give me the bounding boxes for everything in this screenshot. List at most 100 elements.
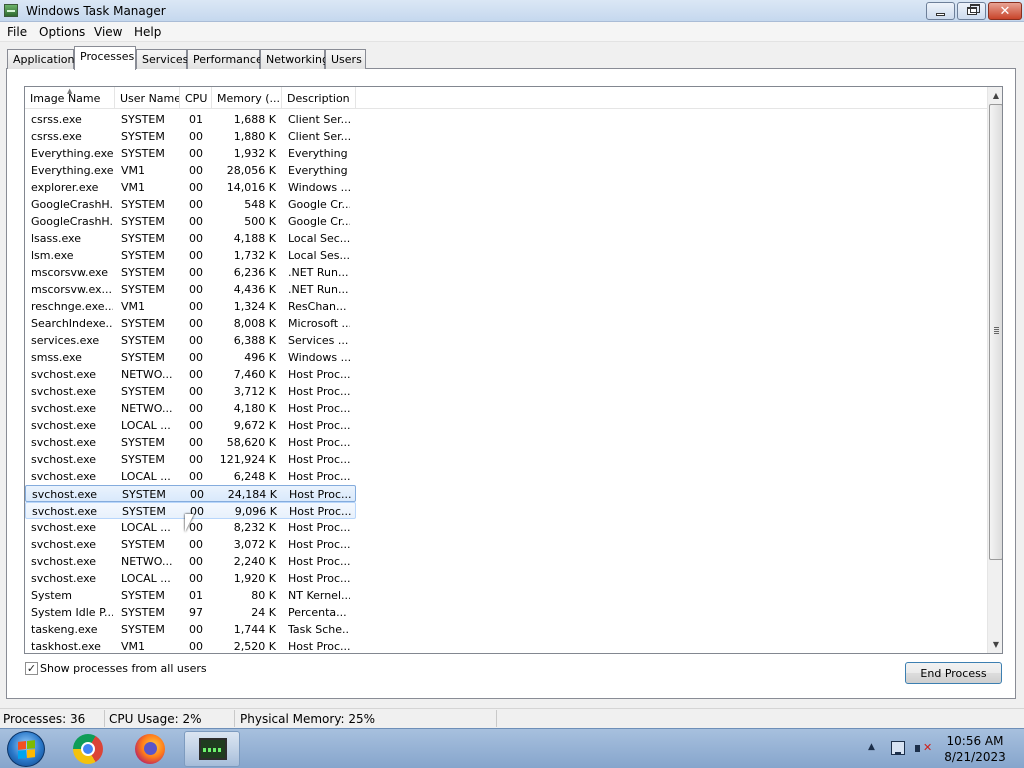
- clock-date[interactable]: 8/21/2023: [940, 750, 1010, 764]
- task-manager-window: Windows Task Manager ✕ File Options View…: [0, 0, 1024, 728]
- windows-logo-icon: [18, 740, 35, 759]
- cell-cpu: 00: [189, 640, 203, 653]
- table-row[interactable]: taskhost.exe VM1 00 2,520 K Host Proc...: [25, 638, 356, 653]
- tab-performance[interactable]: Performance: [187, 49, 263, 69]
- cell-cpu: 00: [190, 488, 204, 501]
- process-list[interactable]: ▲ Image Name User Name CPU Memory (... D…: [24, 86, 1003, 654]
- cell-description: ResChan...: [288, 300, 347, 313]
- table-row[interactable]: lsass.exe SYSTEM 00 4,188 K Local Sec...: [25, 230, 356, 247]
- column-description[interactable]: Description: [282, 87, 356, 109]
- cell-memory: 7,460 K: [233, 368, 276, 381]
- cell-description: Host Proc...: [289, 488, 351, 501]
- cell-description: Windows ...: [288, 181, 350, 194]
- show-all-users-label[interactable]: Show processes from all users: [40, 662, 207, 675]
- taskbar-chrome[interactable]: [60, 731, 116, 767]
- cell-description: .NET Run...: [288, 283, 349, 296]
- volume-muted-icon[interactable]: ✕: [915, 741, 933, 756]
- menu-options[interactable]: Options: [39, 25, 85, 39]
- table-row[interactable]: svchost.exe SYSTEM 00 58,620 K Host Proc...: [25, 434, 356, 451]
- cell-image-name: svchost.exe: [31, 402, 97, 415]
- network-icon[interactable]: [891, 741, 905, 755]
- show-all-users-checkbox[interactable]: ✓: [25, 662, 38, 675]
- close-button[interactable]: ✕: [988, 2, 1022, 20]
- cell-description: Percenta...: [288, 606, 347, 619]
- table-row[interactable]: svchost.exe NETWO... 00 4,180 K Host Proc...: [25, 400, 356, 417]
- cell-memory: 9,096 K: [234, 505, 277, 518]
- table-row[interactable]: svchost.exe SYSTEM 00 3,072 K Host Proc...: [25, 536, 356, 553]
- table-row[interactable]: svchost.exe NETWO... 00 2,240 K Host Proc...: [25, 553, 356, 570]
- menu-file[interactable]: File: [7, 25, 27, 39]
- taskbar-task-manager[interactable]: [184, 731, 240, 767]
- column-image-name[interactable]: ▲ Image Name: [25, 87, 115, 109]
- table-row[interactable]: GoogleCrashH... SYSTEM 00 500 K Google Cr...: [25, 213, 356, 230]
- cell-description: Host Proc...: [289, 505, 351, 518]
- cell-description: Local Ses...: [288, 249, 350, 262]
- table-row[interactable]: SearchIndexe... SYSTEM 00 8,008 K Microsoft …: [25, 315, 356, 332]
- table-row[interactable]: smss.exe SYSTEM 00 496 K Windows ...: [25, 349, 356, 366]
- show-hidden-icons-arrow-icon[interactable]: ▲: [868, 742, 875, 752]
- menu-view[interactable]: View: [94, 25, 122, 39]
- scrollbar-thumb[interactable]: [989, 104, 1002, 560]
- status-cpu-usage: CPU Usage: 2%: [109, 712, 202, 726]
- minimize-button[interactable]: [926, 2, 955, 20]
- table-row[interactable]: csrss.exe SYSTEM 00 1,880 K Client Ser...: [25, 128, 356, 145]
- cell-memory: 28,056 K: [226, 164, 276, 177]
- column-memory[interactable]: Memory (...: [212, 87, 282, 109]
- table-row[interactable]: Everything.exe SYSTEM 00 1,932 K Everything: [25, 145, 356, 162]
- menu-help[interactable]: Help: [134, 25, 161, 39]
- tab-users[interactable]: Users: [325, 49, 366, 69]
- scroll-down-arrow-icon[interactable]: ▼: [988, 636, 1002, 653]
- table-row[interactable]: svchost.exe LOCAL ... 00 1,920 K Host Proc..…: [25, 570, 356, 587]
- table-row[interactable]: mscorsvw.exe SYSTEM 00 6,236 K .NET Run...: [25, 264, 356, 281]
- table-row[interactable]: System SYSTEM 01 80 K NT Kernel...: [25, 587, 356, 604]
- cell-description: Host Proc...: [288, 572, 350, 585]
- cell-user-name: SYSTEM: [121, 589, 165, 602]
- table-row[interactable]: reschnge.exe... VM1 00 1,324 K ResChan...: [25, 298, 356, 315]
- cell-user-name: NETWO...: [121, 555, 173, 568]
- table-row[interactable]: svchost.exe SYSTEM 00 3,712 K Host Proc...: [25, 383, 356, 400]
- cell-image-name: svchost.exe: [31, 521, 97, 534]
- maximize-button[interactable]: [957, 2, 986, 20]
- cell-user-name: SYSTEM: [121, 147, 165, 160]
- table-row[interactable]: GoogleCrashH... SYSTEM 00 548 K Google Cr...: [25, 196, 356, 213]
- cell-memory: 58,620 K: [226, 436, 276, 449]
- table-row[interactable]: csrss.exe SYSTEM 01 1,688 K Client Ser...: [25, 111, 356, 128]
- scroll-up-arrow-icon[interactable]: ▲: [988, 87, 1002, 104]
- column-cpu[interactable]: CPU: [180, 87, 212, 109]
- table-row[interactable]: svchost.exe NETWO... 00 7,460 K Host Proc...: [25, 366, 356, 383]
- clock-time[interactable]: 10:56 AM: [940, 734, 1010, 748]
- taskbar-firefox[interactable]: [122, 731, 178, 767]
- cell-user-name: LOCAL ...: [121, 521, 171, 534]
- table-row[interactable]: taskeng.exe SYSTEM 00 1,744 K Task Sche...: [25, 621, 356, 638]
- cell-cpu: 00: [189, 538, 203, 551]
- table-row[interactable]: Everything.exe VM1 00 28,056 K Everything: [25, 162, 356, 179]
- cell-memory: 80 K: [251, 589, 276, 602]
- table-row[interactable]: svchost.exe LOCAL ... 00 9,672 K Host Proc..…: [25, 417, 356, 434]
- table-row[interactable]: mscorsvw.ex... SYSTEM 00 4,436 K .NET Run...: [25, 281, 356, 298]
- table-row[interactable]: svchost.exe SYSTEM 00 121,924 K Host Proc...: [25, 451, 356, 468]
- end-process-button[interactable]: End Process: [905, 662, 1002, 684]
- cell-user-name: SYSTEM: [121, 215, 165, 228]
- cell-cpu: 00: [189, 368, 203, 381]
- table-row[interactable]: explorer.exe VM1 00 14,016 K Windows ...: [25, 179, 356, 196]
- cell-cpu: 00: [189, 181, 203, 194]
- tab-services[interactable]: Services: [136, 49, 188, 69]
- cell-user-name: SYSTEM: [121, 232, 165, 245]
- cell-user-name: SYSTEM: [121, 283, 165, 296]
- table-row[interactable]: System Idle P... SYSTEM 97 24 K Percenta...: [25, 604, 356, 621]
- tab-networking[interactable]: Networking: [260, 49, 329, 69]
- table-row[interactable]: services.exe SYSTEM 00 6,388 K Services ...: [25, 332, 356, 349]
- table-row[interactable]: svchost.exe LOCAL ... 00 6,248 K Host Proc..…: [25, 468, 356, 485]
- table-row[interactable]: lsm.exe SYSTEM 00 1,732 K Local Ses...: [25, 247, 356, 264]
- cell-cpu: 00: [189, 334, 203, 347]
- cell-user-name: SYSTEM: [121, 266, 165, 279]
- column-user-name[interactable]: User Name: [115, 87, 180, 109]
- title-bar[interactable]: Windows Task Manager ✕: [0, 0, 1024, 22]
- vertical-scrollbar[interactable]: ▲ ▼: [987, 87, 1002, 653]
- start-button[interactable]: [7, 731, 45, 767]
- table-row[interactable]: svchost.exe SYSTEM 00 24,184 K Host Proc...: [25, 485, 356, 502]
- cell-description: Host Proc...: [288, 453, 350, 466]
- cell-cpu: 00: [189, 130, 203, 143]
- tab-processes[interactable]: Processes: [74, 46, 136, 70]
- tab-applications[interactable]: Applications: [7, 49, 80, 69]
